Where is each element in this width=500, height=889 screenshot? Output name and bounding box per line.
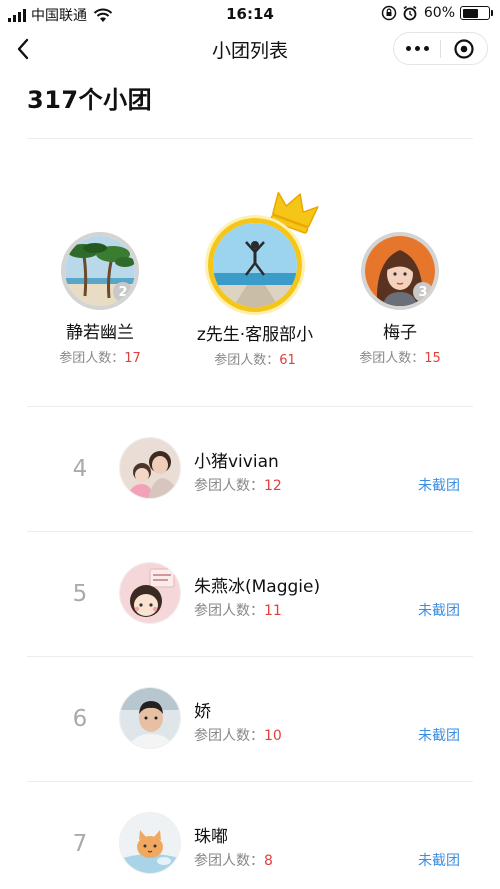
battery-percent: 60% xyxy=(423,5,455,21)
navigation-bar: 小团列表 xyxy=(0,28,500,70)
podium-meta: 参团人数：17 xyxy=(30,347,170,366)
join-count-label: 参团人数： xyxy=(359,351,425,366)
cartoon-girl-avatar xyxy=(120,563,180,623)
podium-item-rank-3[interactable]: 3 梅子 参团人数：15 xyxy=(330,232,470,366)
join-count: 参团人数：12 xyxy=(194,475,282,495)
status-label: 未截团 xyxy=(418,728,460,744)
join-count: 参团人数：8 xyxy=(194,850,273,870)
rank-badge: 3 xyxy=(413,282,433,302)
join-count-value: 17 xyxy=(124,351,141,366)
avatar xyxy=(119,812,181,874)
join-count-label: 参团人数： xyxy=(59,351,125,366)
mother-child-photo xyxy=(120,438,180,498)
status-label: 未截团 xyxy=(418,478,460,494)
status-label: 未截团 xyxy=(418,603,460,619)
podium-meta: 参团人数：15 xyxy=(330,347,470,366)
battery-fill xyxy=(462,8,478,18)
cartoon-cat-avatar xyxy=(120,813,180,873)
battery-icon xyxy=(460,6,493,20)
avatar: 2 xyxy=(61,232,139,310)
top-three-podium: 2 静若幽兰 参团人数：17 z先生·客服部小 参团人数：61 3 梅子 参团人… xyxy=(0,140,500,400)
join-count: 参团人数：11 xyxy=(194,600,282,620)
join-count-value: 11 xyxy=(264,603,282,619)
join-count-label: 参团人数： xyxy=(214,353,280,368)
avatar: 3 xyxy=(361,232,439,310)
join-count-value: 61 xyxy=(279,353,296,368)
close-program-button[interactable] xyxy=(441,38,487,60)
alarm-icon xyxy=(403,5,417,21)
status-label: 未截团 xyxy=(418,853,460,869)
podium-meta: 参团人数：61 xyxy=(175,349,335,368)
join-count-value: 10 xyxy=(264,728,282,744)
join-count: 参团人数：10 xyxy=(194,725,282,745)
list-item[interactable]: 6 娇 参团人数：10 未截团 xyxy=(0,657,500,782)
rank-number: 7 xyxy=(72,831,88,857)
status-bar: 中国联通 16:14 60% xyxy=(0,0,500,28)
list-item[interactable]: 4 小猪vivian 参团人数：12 未截团 xyxy=(0,407,500,532)
podium-name: z先生·客服部小 xyxy=(196,325,314,345)
podium-item-rank-1[interactable]: z先生·客服部小 参团人数：61 xyxy=(175,191,335,368)
join-count-value: 15 xyxy=(424,351,441,366)
join-count-value: 12 xyxy=(264,478,282,494)
podium-name: 静若幽兰 xyxy=(66,323,134,343)
group-count-title: 317个小团 xyxy=(27,86,153,114)
podium-name: 梅子 xyxy=(383,323,417,343)
avatar xyxy=(119,437,181,499)
rank-number: 6 xyxy=(72,706,88,732)
target-icon xyxy=(454,38,474,59)
leader-name: 朱燕冰(Maggie) xyxy=(194,577,321,597)
avatar xyxy=(119,562,181,624)
join-count-label: 参团人数： xyxy=(194,853,264,869)
portrait-photo xyxy=(120,688,180,748)
join-count-label: 参团人数： xyxy=(194,478,264,494)
join-count-value: 8 xyxy=(264,853,273,869)
list-item[interactable]: 7 珠嘟 参团人数：8 未截团 xyxy=(0,782,500,889)
podium-item-rank-2[interactable]: 2 静若幽兰 参团人数：17 xyxy=(30,232,170,366)
avatar xyxy=(119,687,181,749)
join-count-label: 参团人数： xyxy=(194,728,264,744)
join-count-label: 参团人数： xyxy=(194,603,264,619)
rank-number: 5 xyxy=(72,581,88,607)
avatar xyxy=(208,218,302,312)
rank-badge: 2 xyxy=(113,282,133,302)
orientation-lock-icon xyxy=(381,5,397,21)
leader-name: 小猪vivian xyxy=(194,452,279,472)
beach-jump-photo xyxy=(213,223,297,307)
battery-group: 60% xyxy=(381,5,493,21)
list-item[interactable]: 5 朱燕冰(Maggie) 参团人数：11 未截团 xyxy=(0,532,500,657)
leader-name: 珠嘟 xyxy=(194,827,228,847)
more-menu-button[interactable] xyxy=(394,46,440,51)
header-divider xyxy=(27,138,473,139)
rank-number: 4 xyxy=(72,456,88,482)
leader-name: 娇 xyxy=(194,702,211,722)
mini-program-capsule xyxy=(393,32,488,65)
